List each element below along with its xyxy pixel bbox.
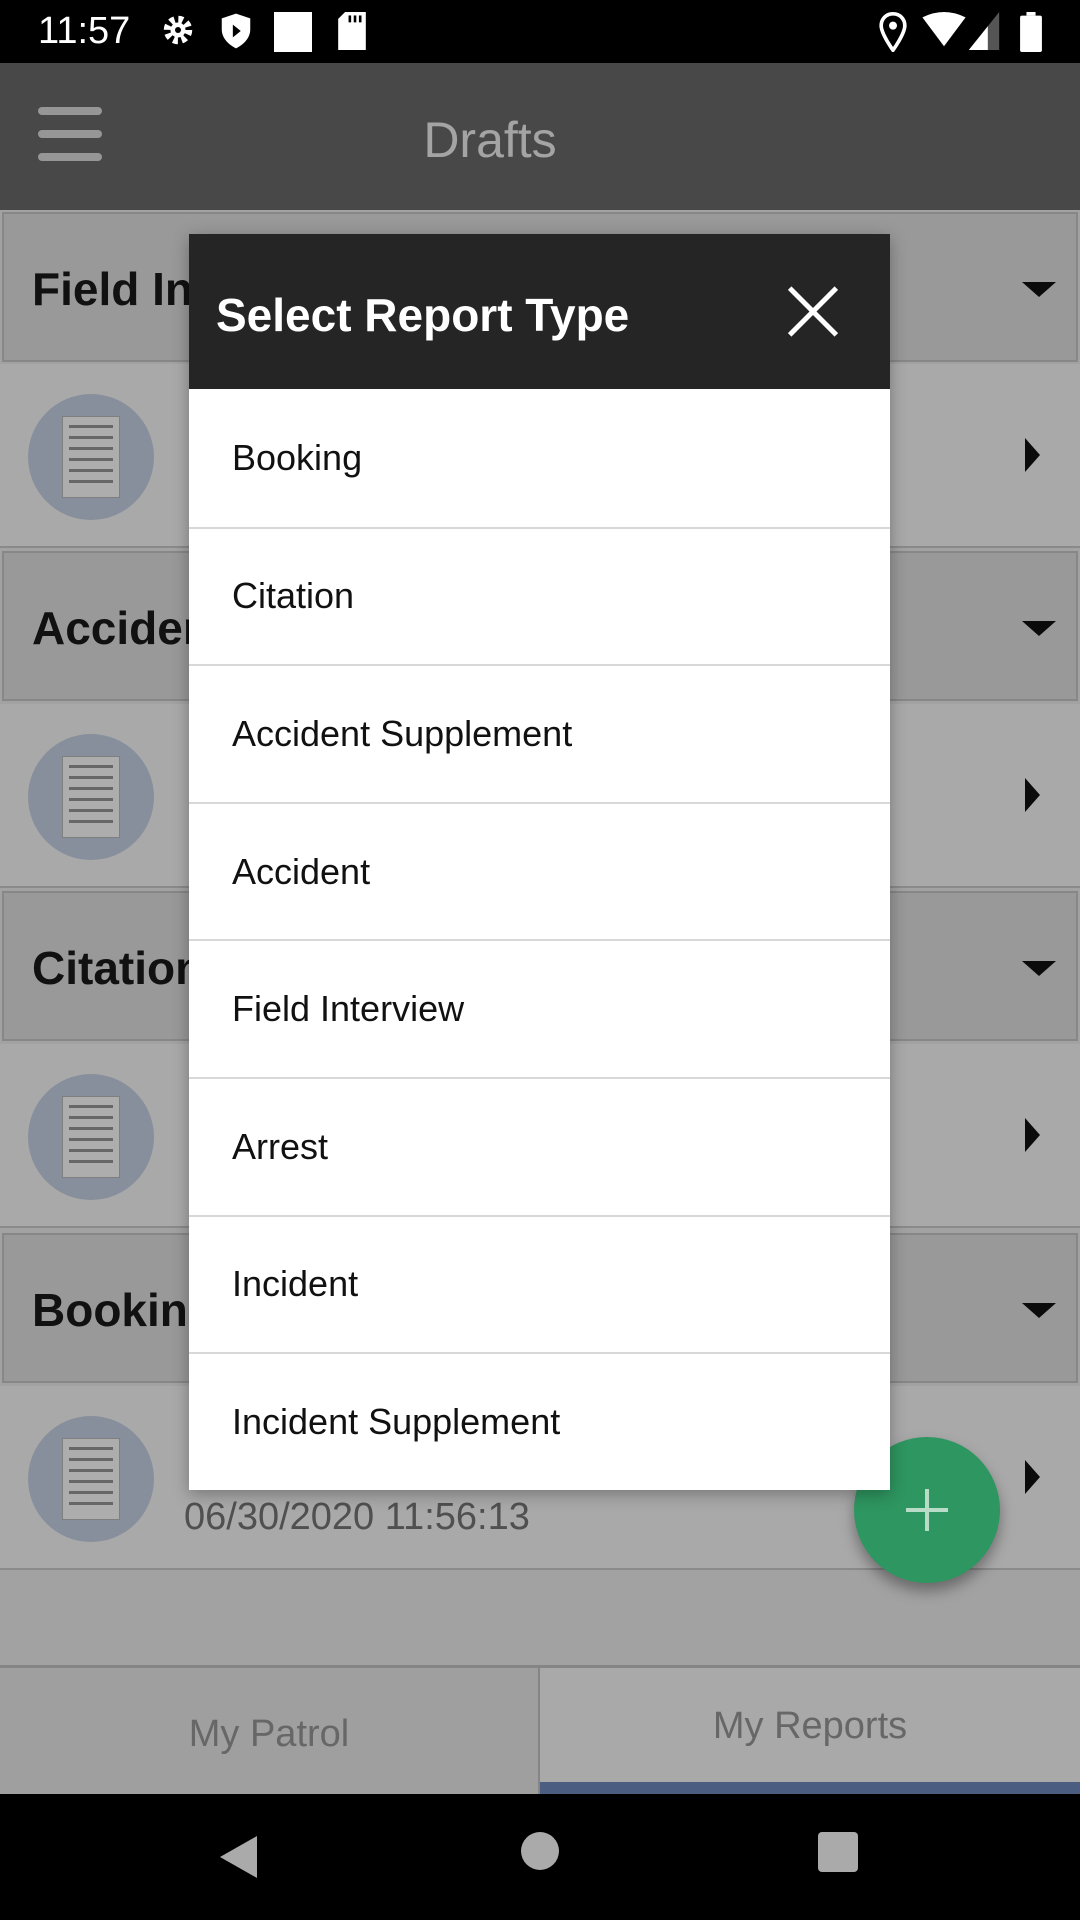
back-icon[interactable] bbox=[220, 1836, 257, 1878]
gear-icon bbox=[163, 15, 193, 45]
option-arrest[interactable]: Arrest bbox=[189, 1076, 890, 1215]
shield-icon bbox=[221, 13, 251, 49]
option-accident[interactable]: Accident bbox=[189, 801, 890, 940]
dialog-title: Select Report Type bbox=[216, 289, 630, 341]
home-icon[interactable] bbox=[521, 1832, 559, 1870]
sd-card-icon bbox=[338, 12, 366, 50]
status-time: 11:57 bbox=[38, 10, 131, 52]
option-field-interview[interactable]: Field Interview bbox=[189, 939, 890, 1077]
option-citation[interactable]: Citation bbox=[189, 526, 890, 665]
dialog-header: Select Report Type bbox=[189, 234, 890, 389]
option-incident[interactable]: Incident bbox=[189, 1214, 890, 1353]
recent-apps-icon[interactable] bbox=[818, 1832, 858, 1872]
location-icon bbox=[879, 12, 907, 52]
square-notification-icon bbox=[274, 12, 312, 52]
option-booking[interactable]: Booking bbox=[189, 389, 890, 527]
system-nav-bar bbox=[0, 1794, 1080, 1920]
option-incident-supplement[interactable]: Incident Supplement bbox=[189, 1352, 890, 1490]
report-type-list: Booking Citation Accident Supplement Acc… bbox=[189, 389, 890, 1490]
select-report-type-dialog: Select Report Type Booking Citation Acci… bbox=[189, 234, 890, 1490]
status-bar: 11:57 bbox=[0, 0, 1080, 63]
wifi-icon bbox=[922, 12, 966, 47]
option-accident-supplement[interactable]: Accident Supplement bbox=[189, 664, 890, 802]
signal-icon bbox=[968, 12, 1000, 50]
battery-icon bbox=[1020, 12, 1042, 52]
close-icon[interactable] bbox=[788, 286, 838, 336]
